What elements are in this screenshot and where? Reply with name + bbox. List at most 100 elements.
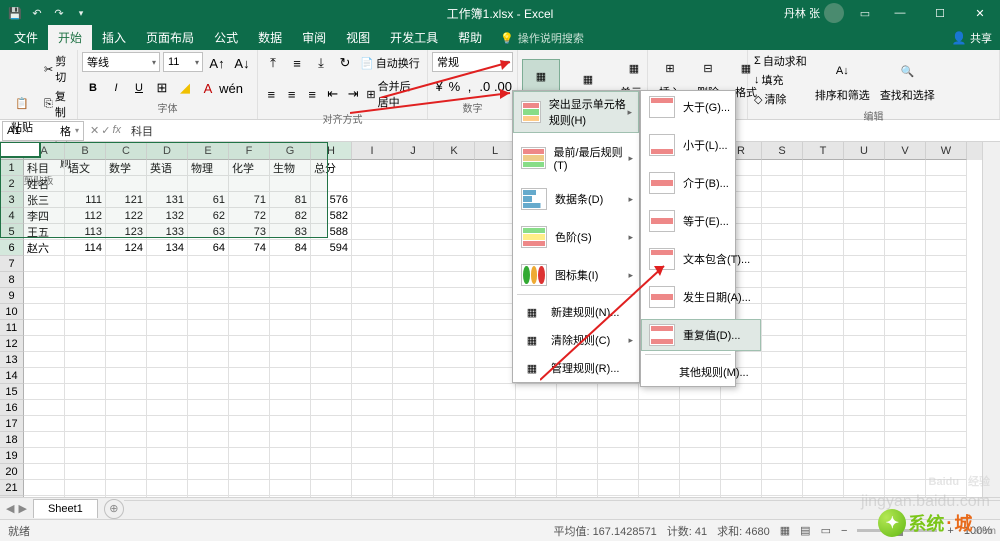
cell[interactable] xyxy=(434,368,475,384)
cell[interactable] xyxy=(885,496,926,497)
cell[interactable] xyxy=(475,240,516,256)
cell[interactable] xyxy=(229,384,270,400)
cell[interactable] xyxy=(762,496,803,497)
cell[interactable] xyxy=(557,448,598,464)
cell[interactable] xyxy=(311,256,352,272)
cell[interactable] xyxy=(762,256,803,272)
tab-help[interactable]: 帮助 xyxy=(448,25,492,50)
cell[interactable] xyxy=(803,480,844,496)
cell[interactable] xyxy=(557,400,598,416)
cell[interactable] xyxy=(393,256,434,272)
cell[interactable] xyxy=(24,416,65,432)
cell[interactable] xyxy=(434,272,475,288)
cell[interactable] xyxy=(926,240,967,256)
cell[interactable] xyxy=(352,448,393,464)
cell[interactable] xyxy=(762,240,803,256)
autosum-button[interactable]: Σ 自动求和 xyxy=(752,52,809,70)
cell[interactable] xyxy=(434,288,475,304)
cell[interactable] xyxy=(434,352,475,368)
cell[interactable] xyxy=(434,256,475,272)
align-middle-icon[interactable]: ≡ xyxy=(286,52,308,74)
cell[interactable] xyxy=(229,448,270,464)
cell[interactable] xyxy=(721,400,762,416)
cell[interactable] xyxy=(516,416,557,432)
tab-dev[interactable]: 开发工具 xyxy=(380,25,448,50)
cell[interactable] xyxy=(106,400,147,416)
cell[interactable] xyxy=(311,432,352,448)
menu-colorscale[interactable]: 色阶(S) xyxy=(513,221,639,253)
cell[interactable] xyxy=(926,272,967,288)
cell[interactable] xyxy=(557,496,598,497)
cell[interactable] xyxy=(885,256,926,272)
cell[interactable] xyxy=(311,320,352,336)
cell[interactable] xyxy=(229,432,270,448)
cell[interactable] xyxy=(311,352,352,368)
menu-less-than[interactable]: 小于(L)... xyxy=(641,129,761,161)
indent-inc-icon[interactable]: ⇥ xyxy=(344,83,362,105)
cell[interactable]: 594 xyxy=(311,240,352,256)
cell[interactable] xyxy=(475,304,516,320)
tab-view[interactable]: 视图 xyxy=(336,25,380,50)
cell[interactable] xyxy=(885,368,926,384)
cell[interactable] xyxy=(926,320,967,336)
col-header[interactable]: J xyxy=(393,142,434,160)
cell[interactable] xyxy=(885,160,926,176)
cell[interactable] xyxy=(352,496,393,497)
cell[interactable] xyxy=(926,400,967,416)
row-header[interactable]: 1 xyxy=(0,160,24,176)
cell[interactable] xyxy=(147,448,188,464)
cell[interactable] xyxy=(885,304,926,320)
cell[interactable] xyxy=(844,400,885,416)
cell[interactable] xyxy=(844,352,885,368)
cell[interactable] xyxy=(393,464,434,480)
cell[interactable] xyxy=(680,464,721,480)
decrease-font-icon[interactable]: A↓ xyxy=(231,52,253,74)
cell[interactable]: 英语 xyxy=(147,160,188,176)
cell[interactable] xyxy=(844,272,885,288)
cell[interactable] xyxy=(721,448,762,464)
cell[interactable] xyxy=(106,480,147,496)
sheet-next-icon[interactable]: ▶ xyxy=(18,502,26,515)
cell[interactable] xyxy=(106,432,147,448)
cell[interactable]: 73 xyxy=(229,224,270,240)
column-headers[interactable]: ABCDEFGHIJKLMNOPQRSTUVW xyxy=(24,142,982,160)
cell[interactable] xyxy=(844,304,885,320)
cell[interactable] xyxy=(475,496,516,497)
cell[interactable] xyxy=(680,400,721,416)
cell[interactable] xyxy=(803,496,844,497)
cell[interactable] xyxy=(270,416,311,432)
fill-color-button[interactable]: ◢ xyxy=(174,77,196,99)
cell[interactable]: 74 xyxy=(229,240,270,256)
close-button[interactable]: ✕ xyxy=(960,0,1000,26)
tab-formulas[interactable]: 公式 xyxy=(204,25,248,50)
cell[interactable] xyxy=(270,384,311,400)
cell[interactable] xyxy=(844,416,885,432)
row-header[interactable]: 11 xyxy=(0,320,24,336)
col-header[interactable]: K xyxy=(434,142,475,160)
cell[interactable] xyxy=(434,192,475,208)
cell[interactable] xyxy=(516,464,557,480)
row-header[interactable]: 3 xyxy=(0,192,24,208)
increase-font-icon[interactable]: A↑ xyxy=(206,52,228,74)
cell[interactable] xyxy=(762,208,803,224)
cell[interactable]: 化学 xyxy=(229,160,270,176)
cell[interactable] xyxy=(229,272,270,288)
cell[interactable] xyxy=(475,464,516,480)
cell[interactable] xyxy=(885,336,926,352)
cell[interactable] xyxy=(65,176,106,192)
cell[interactable] xyxy=(352,304,393,320)
cell[interactable] xyxy=(762,400,803,416)
cell[interactable] xyxy=(393,336,434,352)
cell[interactable] xyxy=(311,448,352,464)
cell[interactable] xyxy=(393,432,434,448)
cell[interactable] xyxy=(147,320,188,336)
cell[interactable] xyxy=(188,400,229,416)
cell[interactable] xyxy=(926,256,967,272)
cell[interactable] xyxy=(106,464,147,480)
cell[interactable]: 李四 xyxy=(24,208,65,224)
cell[interactable] xyxy=(352,336,393,352)
cell[interactable] xyxy=(393,192,434,208)
cell[interactable] xyxy=(393,272,434,288)
cell[interactable] xyxy=(24,368,65,384)
cell[interactable] xyxy=(311,368,352,384)
